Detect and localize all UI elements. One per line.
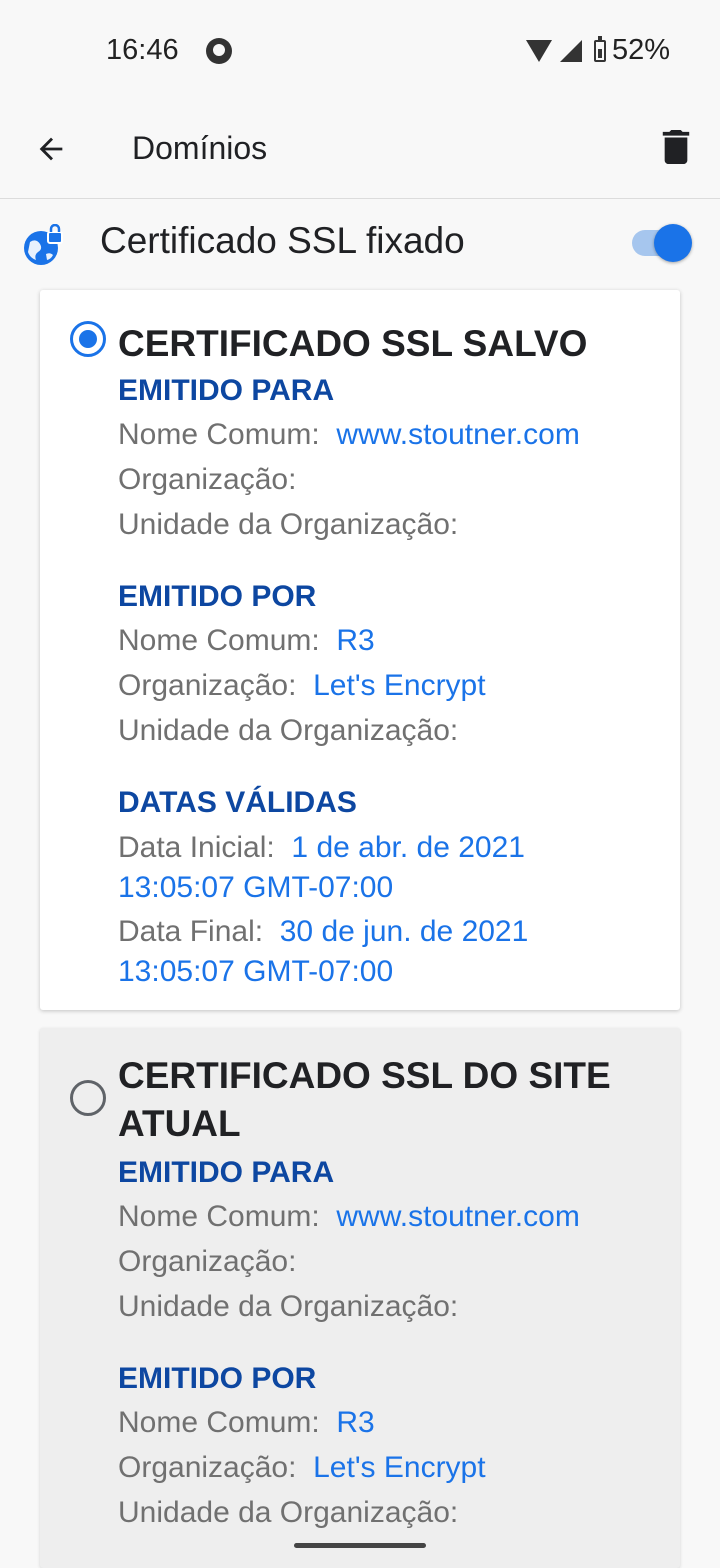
- current-issued-by-unit: Unidade da Organização:: [118, 1496, 459, 1529]
- valid-end-date: Data Final: 30 de jun. de 2021 13:05:07 …: [118, 915, 529, 988]
- issued-to-organization: Organização:: [118, 463, 297, 496]
- current-issued-to-organization: Organização:: [118, 1245, 297, 1278]
- status-indicators: 52%: [525, 34, 670, 67]
- pinned-ssl-label: Certificado SSL fixado: [100, 220, 465, 261]
- current-issued-to-common-name: Nome Comum: www.stoutner.com: [118, 1200, 580, 1233]
- saved-certificate-card[interactable]: CERTIFICADO SSL SALVO EMITIDO PARA Nome …: [40, 290, 680, 1010]
- issued-by-unit: Unidade da Organização:: [118, 714, 459, 747]
- cell-signal-icon: [559, 39, 582, 62]
- saved-cert-title: CERTIFICADO SSL SALVO: [118, 323, 588, 364]
- issued-by-organization: Organização: Let's Encrypt: [118, 669, 486, 702]
- back-arrow-icon[interactable]: [34, 132, 68, 166]
- current-certificate-card[interactable]: CERTIFICADO SSL DO SITE ATUAL EMITIDO PA…: [40, 1028, 680, 1568]
- valid-dates-heading: DATAS VÁLIDAS: [118, 786, 357, 819]
- current-issued-to-heading: EMITIDO PARA: [118, 1156, 335, 1189]
- issued-by-heading: EMITIDO POR: [118, 580, 317, 613]
- wifi-icon: [525, 39, 552, 62]
- delete-icon[interactable]: [662, 130, 690, 164]
- status-time: 16:46: [106, 34, 179, 66]
- current-cert-title: CERTIFICADO SSL DO SITE ATUAL: [118, 1055, 611, 1144]
- current-issued-by-heading: EMITIDO POR: [118, 1362, 317, 1395]
- pinned-ssl-switch[interactable]: [632, 224, 692, 262]
- current-issued-by-organization: Organização: Let's Encrypt: [118, 1451, 486, 1484]
- page-title: Domínios: [132, 130, 268, 166]
- battery-percent: 52%: [611, 34, 670, 66]
- current-issued-to-unit: Unidade da Organização:: [118, 1290, 459, 1323]
- globe-lock-icon: [24, 224, 63, 265]
- issued-by-common-name: Nome Comum: R3: [118, 624, 375, 657]
- status-bar: 16:46 52%: [0, 0, 720, 100]
- home-indicator[interactable]: [294, 1543, 426, 1548]
- pinned-ssl-row[interactable]: Certificado SSL fixado: [0, 200, 720, 288]
- current-issued-by-common-name: Nome Comum: R3: [118, 1406, 375, 1439]
- battery-icon: [593, 35, 606, 62]
- issued-to-common-name: Nome Comum: www.stoutner.com: [118, 418, 580, 451]
- current-cert-radio[interactable]: [70, 1080, 106, 1116]
- app-bar: Domínios: [0, 100, 720, 199]
- saved-cert-radio[interactable]: [70, 321, 106, 357]
- issued-to-unit: Unidade da Organização:: [118, 508, 459, 541]
- issued-to-heading: EMITIDO PARA: [118, 374, 335, 407]
- notification-app-icon: [206, 38, 232, 64]
- switch-thumb: [654, 224, 692, 262]
- valid-start-date: Data Inicial: 1 de abr. de 2021 13:05:07…: [118, 831, 525, 904]
